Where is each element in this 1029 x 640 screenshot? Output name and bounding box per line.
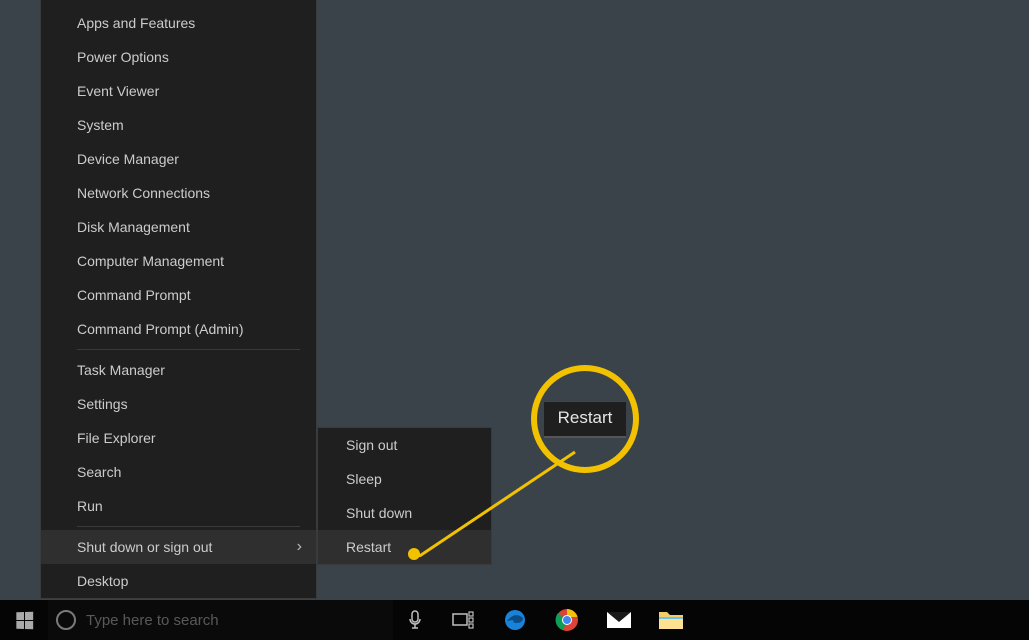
- label: Desktop: [77, 573, 128, 589]
- menu-divider: [77, 526, 300, 527]
- windows-logo-icon: [16, 611, 33, 629]
- microphone-icon: [408, 610, 422, 630]
- search-placeholder: Type here to search: [86, 612, 219, 629]
- label: Search: [77, 464, 121, 480]
- submenu-restart[interactable]: Restart: [318, 530, 491, 564]
- label: Computer Management: [77, 253, 224, 269]
- label: Device Manager: [77, 151, 179, 167]
- annotation-circle: Restart: [531, 365, 639, 473]
- folder-icon: [658, 609, 684, 631]
- edge-icon: [503, 608, 527, 632]
- label: Task Manager: [77, 362, 165, 378]
- taskbar-app-mail[interactable]: [593, 600, 645, 640]
- submenu-sign-out[interactable]: Sign out: [318, 428, 491, 462]
- menu-system[interactable]: System: [41, 108, 316, 142]
- cortana-mic-button[interactable]: [393, 600, 437, 640]
- label: File Explorer: [77, 430, 156, 446]
- taskbar-app-file-explorer[interactable]: [645, 600, 697, 640]
- label: Power Options: [77, 49, 169, 65]
- winx-menu: Apps and Features Power Options Event Vi…: [40, 0, 317, 599]
- annotation-label: Restart: [544, 401, 627, 438]
- label: Run: [77, 498, 103, 514]
- task-view-button[interactable]: [437, 600, 489, 640]
- label: Network Connections: [77, 185, 210, 201]
- task-view-icon: [452, 611, 474, 629]
- chrome-icon: [555, 608, 579, 632]
- label: Restart: [346, 539, 391, 555]
- menu-file-explorer[interactable]: File Explorer: [41, 421, 316, 455]
- menu-disk-management[interactable]: Disk Management: [41, 210, 316, 244]
- menu-command-prompt[interactable]: Command Prompt: [41, 278, 316, 312]
- label: Shut down or sign out: [77, 539, 212, 555]
- desktop: Apps and Features Power Options Event Vi…: [0, 0, 1029, 640]
- menu-network-connections[interactable]: Network Connections: [41, 176, 316, 210]
- menu-search[interactable]: Search: [41, 455, 316, 489]
- mail-icon: [606, 610, 632, 630]
- label: Command Prompt (Admin): [77, 321, 244, 337]
- label: Apps and Features: [77, 15, 195, 31]
- menu-divider: [77, 349, 300, 350]
- menu-power-options[interactable]: Power Options: [41, 40, 316, 74]
- menu-settings[interactable]: Settings: [41, 387, 316, 421]
- menu-desktop[interactable]: Desktop: [41, 564, 316, 598]
- label: Sign out: [346, 437, 397, 453]
- submenu-sleep[interactable]: Sleep: [318, 462, 491, 496]
- label: Command Prompt: [77, 287, 191, 303]
- label: System: [77, 117, 124, 133]
- search-icon: [56, 610, 76, 630]
- taskbar: Type here to search: [0, 600, 1029, 640]
- menu-apps-and-features[interactable]: Apps and Features: [41, 6, 316, 40]
- menu-device-manager[interactable]: Device Manager: [41, 142, 316, 176]
- menu-shut-down-or-sign-out[interactable]: Shut down or sign out: [41, 530, 316, 564]
- label: Sleep: [346, 471, 382, 487]
- label: Settings: [77, 396, 128, 412]
- menu-run[interactable]: Run: [41, 489, 316, 523]
- taskbar-app-chrome[interactable]: [541, 600, 593, 640]
- menu-command-prompt-admin[interactable]: Command Prompt (Admin): [41, 312, 316, 346]
- label: Shut down: [346, 505, 412, 521]
- menu-task-manager[interactable]: Task Manager: [41, 353, 316, 387]
- submenu-shut-down[interactable]: Shut down: [318, 496, 491, 530]
- menu-computer-management[interactable]: Computer Management: [41, 244, 316, 278]
- shutdown-submenu: Sign out Sleep Shut down Restart: [317, 427, 492, 565]
- taskbar-search[interactable]: Type here to search: [48, 600, 393, 640]
- label: Event Viewer: [77, 83, 159, 99]
- taskbar-app-edge[interactable]: [489, 600, 541, 640]
- start-button[interactable]: [0, 600, 48, 640]
- label: Disk Management: [77, 219, 190, 235]
- menu-event-viewer[interactable]: Event Viewer: [41, 74, 316, 108]
